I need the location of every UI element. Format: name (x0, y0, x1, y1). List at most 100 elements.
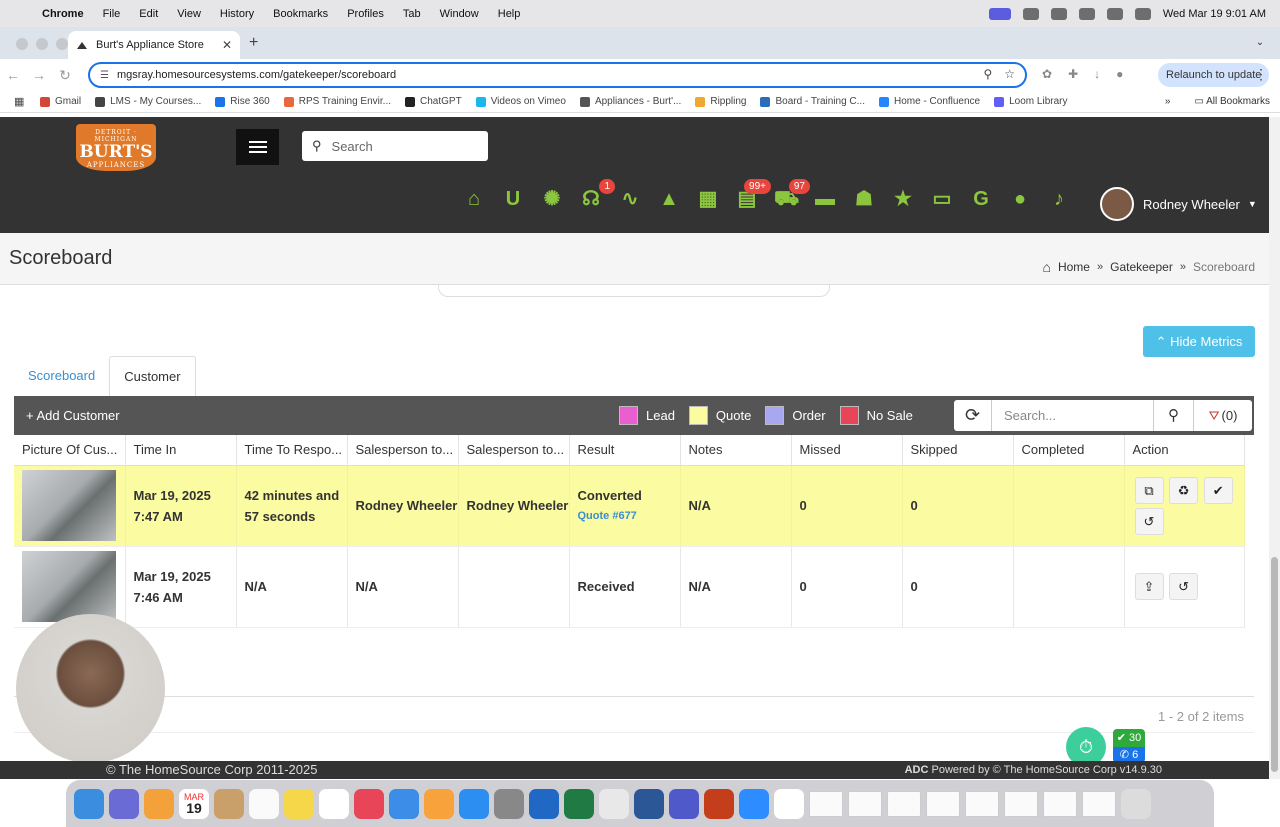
zoom-icon[interactable]: ⚲ (983, 67, 992, 81)
pages-icon[interactable] (424, 788, 454, 819)
clipboard-icon[interactable]: ▤ 99+ (735, 179, 771, 211)
word-icon[interactable] (634, 788, 664, 819)
burts-logo[interactable]: DETROIT · MICHIGAN BURT'S APPLIANCES (76, 124, 156, 171)
bookmark-item[interactable]: Rippling (695, 96, 746, 107)
column-header[interactable]: Picture Of Cus... (14, 435, 126, 466)
teams-icon[interactable] (669, 788, 699, 819)
menu-edit[interactable]: Edit (139, 8, 158, 20)
window-thumbnail[interactable] (1004, 790, 1038, 817)
history-button[interactable]: ↺ (1134, 507, 1164, 535)
chrome-icon[interactable] (599, 788, 629, 819)
refresh-button[interactable]: ⟳ (954, 400, 991, 431)
customer-photo[interactable] (22, 470, 116, 541)
breadcrumb-home[interactable]: Home (1058, 260, 1090, 274)
menu-tab[interactable]: Tab (403, 8, 421, 20)
keynote-icon[interactable] (389, 788, 419, 819)
bookmark-item[interactable]: Loom Library (994, 96, 1067, 107)
window-thumbnail[interactable] (926, 790, 960, 817)
slack-icon[interactable] (774, 788, 804, 819)
chat-icon[interactable]: ● (1008, 187, 1032, 211)
more-bookmarks-icon[interactable]: » (1165, 96, 1171, 107)
quote-link[interactable]: Quote #677 (578, 506, 680, 527)
reminders-icon[interactable] (249, 788, 279, 819)
window-thumbnail[interactable] (809, 790, 843, 817)
webcam-overlay[interactable] (16, 614, 165, 763)
menu-view[interactable]: View (177, 8, 201, 20)
grid-search-button[interactable]: ⚲ (1153, 400, 1193, 431)
user-menu[interactable]: Rodney Wheeler ▼ (1100, 187, 1257, 221)
hide-metrics-button[interactable]: ⌃ Hide Metrics (1143, 326, 1255, 357)
line-chart-icon[interactable]: ∿ (618, 187, 642, 211)
news-icon[interactable] (354, 788, 384, 819)
freeform-icon[interactable] (319, 788, 349, 819)
zoom-tray-icon[interactable] (1022, 7, 1039, 20)
google-icon[interactable]: G (969, 187, 993, 211)
menubar-datetime[interactable]: Wed Mar 19 9:01 AM (1163, 8, 1266, 20)
powerpoint-icon[interactable] (704, 788, 734, 819)
apps-grid-icon[interactable]: ▦ (14, 95, 28, 108)
all-bookmarks-folder[interactable]: ▭ All Bookmarks (1194, 96, 1270, 107)
column-header[interactable]: Time To Respo... (236, 435, 348, 466)
column-header[interactable]: Action (1124, 435, 1245, 466)
bell-icon[interactable]: ♪ (1047, 187, 1071, 211)
column-header[interactable]: Salesperson to... (458, 435, 570, 466)
menu-chrome[interactable]: Chrome (42, 8, 84, 20)
star-icon[interactable]: ★ (891, 187, 915, 211)
window-thumbnail[interactable] (848, 790, 882, 817)
menu-help[interactable]: Help (498, 8, 521, 20)
extension-icon[interactable]: ✿ (1042, 67, 1052, 81)
folder-icon[interactable]: ▭ (930, 187, 954, 211)
table-row[interactable]: Mar 19, 2025 7:47 AM 42 minutes and 57 s… (14, 465, 1245, 547)
hamburger-menu-icon[interactable] (236, 129, 279, 165)
site-info-icon[interactable]: ☰ (100, 70, 109, 81)
menu-history[interactable]: History (220, 8, 254, 20)
reload-icon[interactable]: ↻ (52, 67, 78, 84)
address-bar[interactable]: ☰ mgsray.homesourcesystems.com/gatekeepe… (88, 62, 1027, 88)
scrollbar-thumb[interactable] (1271, 557, 1278, 772)
chrome-menu-icon[interactable]: ⋮ (1254, 66, 1268, 83)
puzzle-icon[interactable]: ✚ (1068, 67, 1078, 81)
download-icon[interactable]: ↓ (1094, 67, 1100, 81)
bookmark-item[interactable]: RPS Training Envir... (283, 96, 391, 107)
briefcase-icon[interactable]: ▬ (813, 187, 837, 211)
profile-avatar-icon[interactable]: ● (1116, 67, 1123, 81)
finder-icon[interactable] (74, 788, 104, 819)
window-thumbnail[interactable] (1043, 790, 1077, 817)
graduation-cap-icon[interactable]: ▲ (657, 187, 681, 211)
cart-icon[interactable]: ⛟ 97 (774, 179, 810, 211)
customer-photo[interactable] (22, 551, 116, 622)
close-window-icon[interactable] (16, 38, 28, 50)
tab-search-icon[interactable]: ⌄ (1250, 33, 1270, 53)
bookmark-star-icon[interactable]: ☆ (1004, 67, 1015, 81)
browser-tab[interactable]: Burt's Appliance Store ✕ (68, 31, 240, 59)
column-header[interactable]: Notes (680, 435, 792, 466)
column-header[interactable]: Time In (125, 435, 237, 466)
column-header[interactable]: Salesperson to... (347, 435, 459, 466)
outlook-icon[interactable] (529, 788, 559, 819)
notes-icon[interactable] (284, 788, 314, 819)
menu-profiles[interactable]: Profiles (347, 8, 384, 20)
column-header[interactable]: Completed (1013, 435, 1125, 466)
gear-icon[interactable]: ✺ (540, 187, 564, 211)
table-row[interactable]: Mar 19, 2025 7:46 AM N/A N/A Received N/… (14, 546, 1245, 628)
launchpad-icon[interactable] (109, 788, 139, 819)
minimize-window-icon[interactable] (36, 38, 48, 50)
system-settings-icon[interactable] (494, 788, 524, 819)
zoom-window-icon[interactable] (56, 38, 68, 50)
add-customer-button[interactable]: + Add Customer (26, 408, 120, 423)
bookmark-item[interactable]: Rise 360 (215, 96, 270, 107)
column-header[interactable]: Skipped (902, 435, 1014, 466)
grid-search-input[interactable]: Search... (991, 400, 1153, 431)
tab-customer[interactable]: Customer (109, 356, 196, 396)
screen-share-icon[interactable] (988, 7, 1011, 20)
bookmark-item[interactable]: ChatGPT (405, 96, 462, 107)
call-counter-widget[interactable]: ✔ 30 ✆ 6 (1113, 729, 1145, 763)
tab-scoreboard[interactable]: Scoreboard (14, 356, 109, 396)
wifi-icon[interactable] (1106, 7, 1123, 20)
zoom-icon[interactable] (739, 788, 769, 819)
app-store-icon[interactable] (459, 788, 489, 819)
back-icon[interactable]: ← (0, 67, 26, 83)
cloud-icon[interactable] (1050, 7, 1067, 20)
contacts-icon[interactable] (214, 788, 244, 819)
excel-icon[interactable] (564, 788, 594, 819)
